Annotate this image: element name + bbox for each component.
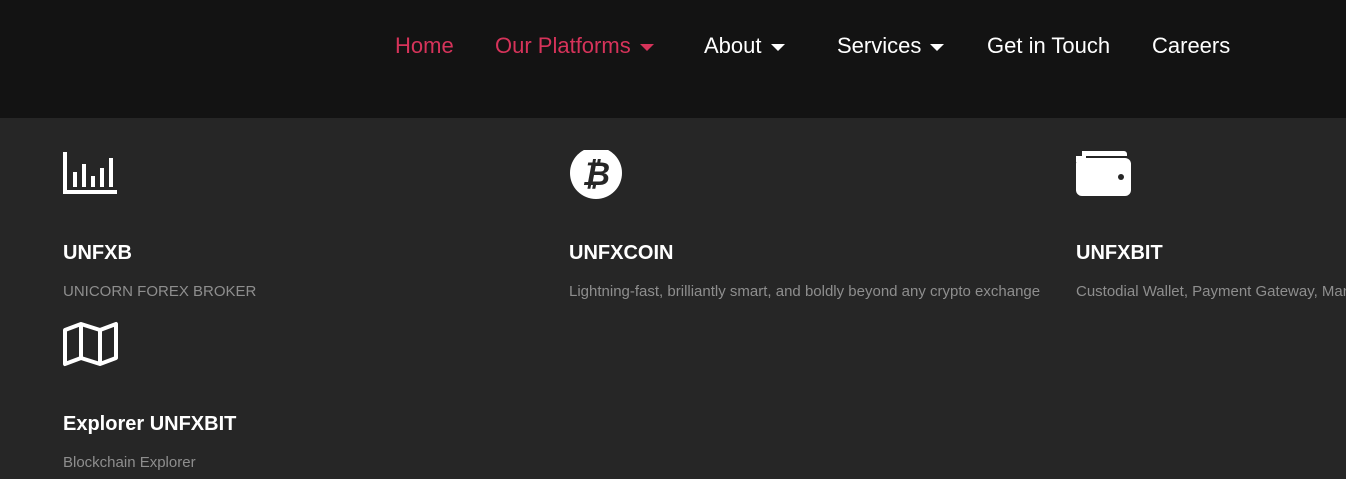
- nav-careers-label: Careers: [1152, 33, 1231, 58]
- nav-get-in-touch-label: Get in Touch: [987, 33, 1111, 58]
- platforms-dropdown-panel: UNFXB UNICORN FOREX BROKER ₿ UNFXCOIN Li…: [0, 118, 1346, 479]
- nav-home[interactable]: Home: [395, 31, 454, 61]
- nav-our-platforms[interactable]: Our Platforms: [495, 31, 654, 61]
- nav-get-in-touch[interactable]: Get in Touch: [987, 31, 1110, 61]
- platform-card-explorer-unfxbit[interactable]: Explorer UNFXBIT Blockchain Explorer: [63, 321, 563, 479]
- wallet-icon: [1076, 151, 1131, 196]
- platform-description: UNICORN FOREX BROKER: [63, 283, 257, 300]
- platform-description: Lightning-fast, brilliantly smart, and b…: [569, 283, 1041, 300]
- platform-card-unfxb[interactable]: UNFXB UNICORN FOREX BROKER: [63, 150, 563, 320]
- nav-careers[interactable]: Careers: [1152, 31, 1230, 61]
- bitcoin-icon: ₿: [570, 150, 622, 199]
- chevron-down-icon: [770, 44, 785, 51]
- nav-about[interactable]: About: [704, 31, 785, 61]
- nav-services-label: Services: [837, 33, 922, 58]
- nav-services[interactable]: Services: [837, 31, 945, 61]
- map-icon: [63, 322, 118, 366]
- platform-title: UNFXBIT: [1076, 242, 1163, 264]
- platform-title: UNFXB: [63, 242, 132, 264]
- nav-home-label: Home: [395, 33, 454, 58]
- platform-title: Explorer UNFXBIT: [63, 413, 237, 435]
- platform-description: Blockchain Explorer: [63, 454, 196, 471]
- bar-chart-icon: [63, 152, 117, 194]
- nav-about-label: About: [704, 33, 762, 58]
- platform-title: UNFXCOIN: [569, 242, 674, 264]
- chevron-down-icon: [930, 44, 945, 51]
- platform-card-unfxcoin[interactable]: ₿ UNFXCOIN Lightning-fast, brilliantly s…: [569, 150, 1069, 320]
- nav-our-platforms-label: Our Platforms: [495, 33, 631, 58]
- svg-text:₿: ₿: [582, 155, 610, 193]
- platform-card-unfxbit[interactable]: UNFXBIT Custodial Wallet, Payment Gatewa…: [1076, 150, 1346, 320]
- platform-description: Custodial Wallet, Payment Gateway, Manag…: [1076, 283, 1346, 300]
- top-navigation-bar: Home Our Platforms About Services Get in…: [0, 0, 1346, 118]
- chevron-down-icon: [639, 44, 654, 51]
